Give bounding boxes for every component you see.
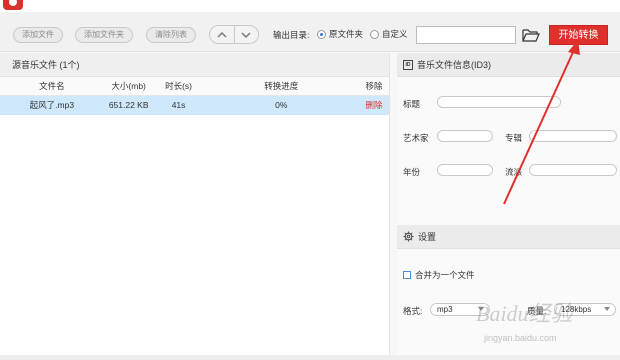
watermark-url: jingyan.baidu.com xyxy=(484,333,557,343)
genre-label: 流派 xyxy=(505,167,523,177)
file-list-header: 源音乐文件 (1个) xyxy=(0,53,389,77)
output-path-input[interactable] xyxy=(416,26,516,44)
file-table-header: 文件名 大小(mb) 时长(s) 转换进度 移除 xyxy=(0,77,389,96)
settings-title: 设置 xyxy=(418,232,437,242)
toolbar: 添加文件 添加文件夹 清除列表 输出目录: 原文件夹 自定义 开始转换 xyxy=(0,12,620,52)
radio-custom-label: 自定义 xyxy=(382,29,408,39)
title-field[interactable] xyxy=(437,96,561,108)
col-filename: 文件名 xyxy=(39,81,65,91)
move-up-button[interactable] xyxy=(210,26,234,43)
status-bar xyxy=(0,355,620,360)
genre-field[interactable] xyxy=(529,164,617,176)
app-window: 添加文件 添加文件夹 清除列表 输出目录: 原文件夹 自定义 开始转换 源音乐文… xyxy=(0,0,620,360)
add-file-button[interactable]: 添加文件 xyxy=(13,27,63,43)
id3-title: 音乐文件信息(ID3) xyxy=(417,60,491,70)
col-progress: 转换进度 xyxy=(264,81,299,91)
id-icon: ID xyxy=(403,59,413,70)
col-remove: 移除 xyxy=(365,81,383,91)
album-field[interactable] xyxy=(529,130,617,142)
radio-dot[interactable] xyxy=(370,29,379,39)
delete-link[interactable]: 删除 xyxy=(359,96,389,115)
format-label: 格式: xyxy=(403,306,423,316)
radio-custom-folder[interactable]: 自定义 xyxy=(370,28,408,40)
checkbox-box[interactable] xyxy=(403,271,411,279)
move-down-button[interactable] xyxy=(233,26,259,43)
artist-field[interactable] xyxy=(437,130,493,142)
year-label: 年份 xyxy=(403,167,421,177)
album-label: 专辑 xyxy=(505,133,523,143)
clear-list-button[interactable]: 清除列表 xyxy=(146,27,196,43)
radio-original-folder[interactable]: 原文件夹 xyxy=(317,28,363,40)
format-value: mp3 xyxy=(437,305,453,314)
settings-section-header: 设置 xyxy=(397,225,620,249)
radio-original-label: 原文件夹 xyxy=(329,29,364,39)
gear-icon xyxy=(403,231,414,242)
start-convert-button[interactable]: 开始转换 xyxy=(549,25,608,45)
file-list-panel: 源音乐文件 (1个) 文件名 大小(mb) 时长(s) 转换进度 移除 起风了.… xyxy=(0,53,390,360)
file-size: 651.22 KB xyxy=(108,100,149,110)
move-buttons xyxy=(209,25,259,44)
app-logo-icon xyxy=(3,0,23,10)
col-duration: 时长(s) xyxy=(165,81,192,91)
watermark-brand: Baidu经验 xyxy=(476,301,573,326)
file-progress: 0% xyxy=(275,100,288,110)
output-dir-label: 输出目录: xyxy=(273,30,310,40)
title-bar xyxy=(0,0,620,12)
file-duration: 41s xyxy=(171,100,186,110)
table-row[interactable]: 起风了.mp3 651.22 KB 41s 0% 删除 xyxy=(0,96,389,115)
col-size: 大小(mb) xyxy=(111,81,146,91)
artist-label: 艺术家 xyxy=(403,133,429,143)
radio-dot-selected[interactable] xyxy=(317,29,326,39)
chevron-down-icon xyxy=(241,31,251,38)
merge-label: 合并为一个文件 xyxy=(415,270,475,280)
year-field[interactable] xyxy=(437,164,493,176)
merge-checkbox[interactable]: 合并为一个文件 xyxy=(403,269,475,281)
add-folder-button[interactable]: 添加文件夹 xyxy=(75,27,133,43)
chevron-up-icon xyxy=(217,31,227,38)
file-name: 起风了.mp3 xyxy=(29,100,75,110)
dropdown-caret-icon xyxy=(604,307,610,311)
title-label: 标题 xyxy=(403,99,421,109)
id3-section-header: ID 音乐文件信息(ID3) xyxy=(397,53,620,77)
folder-open-icon[interactable] xyxy=(522,28,540,42)
